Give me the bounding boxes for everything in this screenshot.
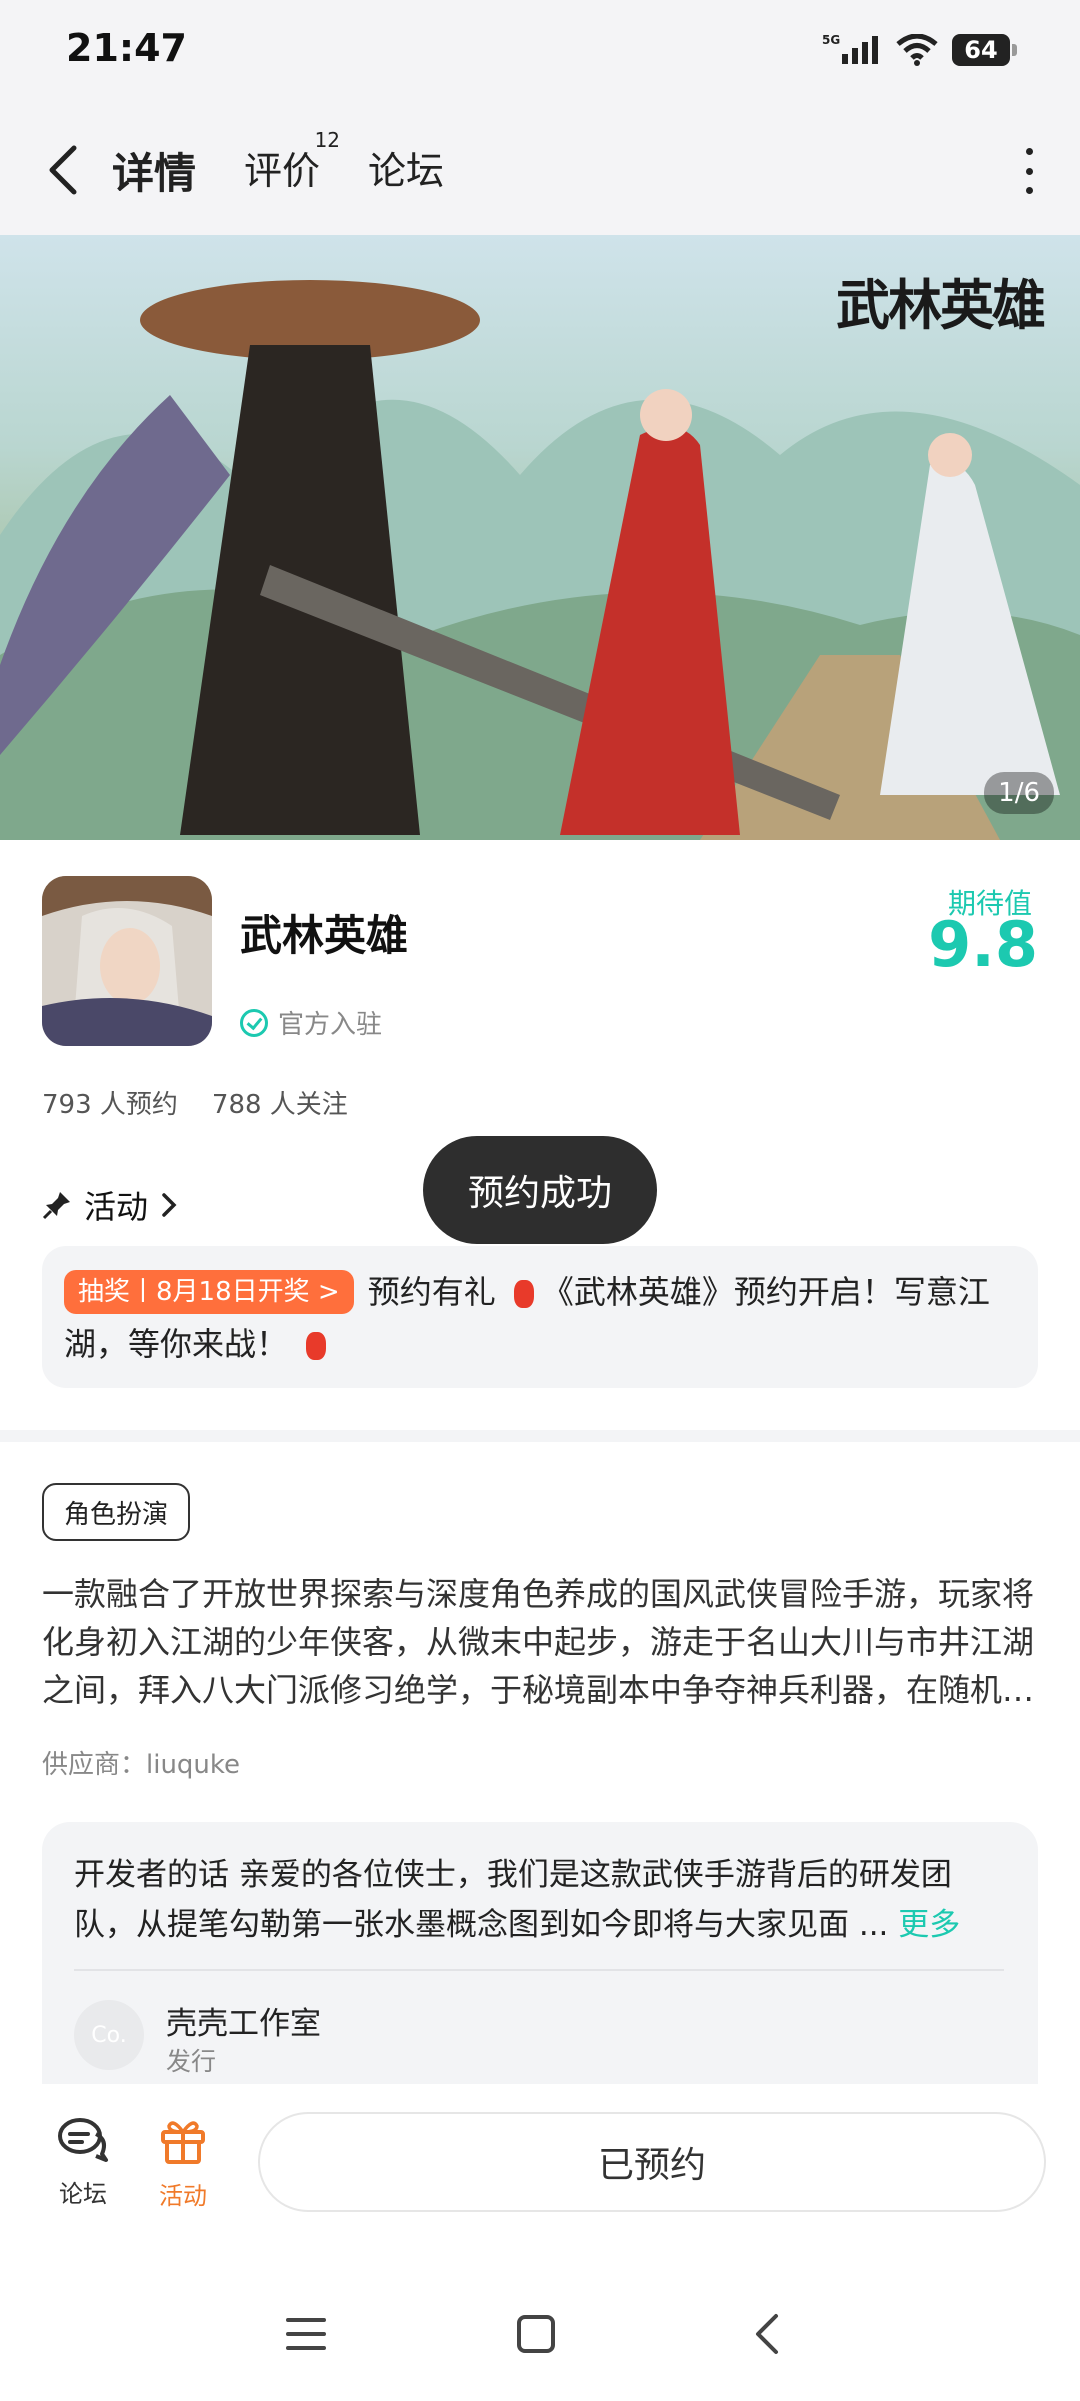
lottery-tag[interactable]: 抽奖丨8月18日开奖 >	[64, 1270, 354, 1314]
wifi-icon	[896, 34, 938, 66]
forum-shortcut[interactable]: 论坛	[38, 2116, 128, 2209]
card-divider	[74, 1969, 1004, 1971]
activity-card[interactable]: 抽奖丨8月18日开奖 > 预约有礼 《武林英雄》预约开启！写意江湖，等你来战！	[42, 1246, 1038, 1388]
tab-forum-label: 论坛	[368, 149, 445, 193]
gift-icon	[161, 2121, 205, 2164]
back-nav-button[interactable]	[736, 2304, 796, 2364]
genre-tag[interactable]: 角色扮演	[42, 1483, 191, 1541]
reviews-count-badge: 12	[314, 128, 341, 152]
menu-icon	[286, 2318, 326, 2350]
reserved-button[interactable]: 已预约	[258, 2112, 1046, 2212]
lantern-icon	[306, 1332, 327, 1360]
home-nav-button[interactable]	[506, 2304, 566, 2364]
pin-icon	[42, 1192, 70, 1220]
banner-logo-text: 武林英雄	[836, 273, 1046, 337]
toast-message: 预约成功	[423, 1136, 657, 1244]
forum-shortcut-label: 论坛	[59, 2180, 107, 2208]
back-button[interactable]	[40, 142, 86, 198]
hero-banner[interactable]: 武林英雄 1/6	[0, 235, 1080, 840]
supplier-info: 供应商：liuquke	[42, 1750, 241, 1780]
developer-avatar[interactable]: Co.	[74, 2000, 144, 2070]
activity-shortcut[interactable]: 活动	[138, 2116, 228, 2211]
follower-count: 788 人关注	[211, 1090, 348, 1120]
banner-page-counter: 1/6	[984, 772, 1054, 814]
app-stats: 793 人预约 788 人关注	[42, 1084, 348, 1121]
developer-role: 发行	[166, 2047, 217, 2076]
menu-nav-button[interactable]	[276, 2304, 336, 2364]
top-nav: 详情 评价 12 论坛	[0, 100, 1080, 235]
status-time: 21:47	[66, 26, 187, 70]
verified-check-icon	[240, 1008, 268, 1037]
activity-section-link[interactable]: 活动	[42, 1182, 178, 1228]
chevron-right-icon	[162, 1193, 177, 1217]
status-bar: 21:47 5G 64	[0, 0, 1080, 100]
tab-details[interactable]: 详情	[108, 140, 201, 205]
official-label: 官方入驻	[278, 1010, 383, 1040]
system-nav-bar	[0, 2234, 1080, 2401]
developer-note: 开发者的话 亲爱的各位侠士，我们是这款武侠手游背后的研发团队，从提笔勾勒第一张水…	[74, 1850, 1004, 1950]
tab-reviews-label: 评价	[244, 149, 321, 193]
forum-chat-icon	[58, 2118, 108, 2162]
app-icon-portrait	[42, 876, 212, 1046]
activity-shortcut-label: 活动	[159, 2182, 207, 2210]
more-options-button[interactable]	[1014, 148, 1044, 194]
more-dot	[1025, 148, 1033, 155]
app-name: 武林英雄	[240, 911, 409, 960]
home-square-icon	[517, 2315, 555, 2353]
app-icon	[42, 876, 212, 1046]
tab-reviews[interactable]: 评价 12	[244, 128, 340, 195]
lantern-icon	[513, 1280, 534, 1308]
developer-note-card[interactable]: 开发者的话 亲爱的各位侠士，我们是这款武侠手游背后的研发团队，从提笔勾勒第一张水…	[42, 1822, 1038, 2084]
network-type: 5G	[822, 33, 840, 47]
status-icons: 5G 64	[822, 28, 1017, 72]
section-divider	[0, 1430, 1080, 1442]
back-arrow-icon	[49, 145, 77, 195]
bottom-action-bar: 论坛 活动 已预约	[0, 2084, 1080, 2234]
reservation-count: 793 人预约	[42, 1090, 178, 1120]
more-dot	[1025, 187, 1033, 194]
official-badge: 官方入驻	[240, 1004, 382, 1041]
signal-icon: 5G	[822, 33, 878, 64]
tab-forum[interactable]: 论坛	[368, 140, 444, 195]
tab-details-label: 详情	[112, 149, 197, 198]
activity-label: 活动	[84, 1188, 149, 1226]
expectation-score: 9.8	[928, 908, 1038, 981]
back-triangle-icon	[756, 2314, 778, 2354]
developer-note-text: 开发者的话 亲爱的各位侠士，我们是这款武侠手游背后的研发团队，从提笔勾勒第一张水…	[74, 1857, 952, 1943]
battery-icon: 64	[952, 34, 1017, 66]
activity-title: 预约有礼	[367, 1273, 496, 1311]
more-dot	[1025, 167, 1033, 175]
more-link[interactable]: 更多	[898, 1907, 960, 1943]
developer-name[interactable]: 壳壳工作室	[166, 1998, 321, 2043]
game-description[interactable]: 一款融合了开放世界探索与深度角色养成的国风武侠冒险手游，玩家将化身初入江湖的少年…	[42, 1570, 1038, 1714]
